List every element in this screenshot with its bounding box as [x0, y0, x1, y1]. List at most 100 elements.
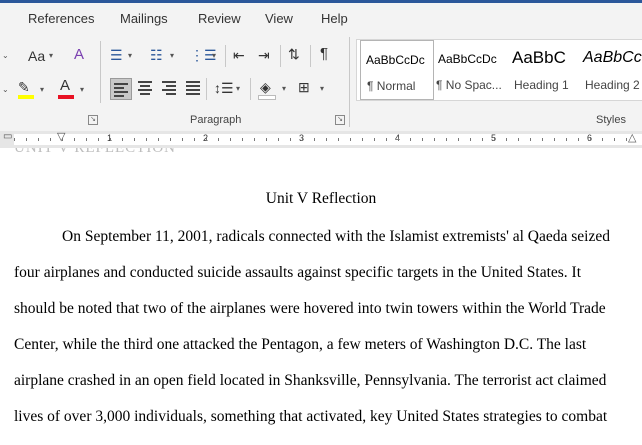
ruler-tick	[326, 138, 327, 141]
group-divider	[100, 41, 101, 103]
style-heading-1[interactable]: AaBbC Heading 1	[508, 40, 580, 98]
shading-color-swatch	[258, 95, 276, 100]
ruler-tick	[506, 138, 507, 141]
divider	[250, 78, 251, 100]
group-divider	[349, 37, 350, 127]
ruler-tick	[314, 138, 315, 141]
ruler-tick	[518, 138, 519, 141]
paragraph-line: airplane crashed in an open field locate…	[14, 372, 607, 389]
show-formatting-marks-icon[interactable]: ¶	[320, 46, 328, 62]
chevron-down-icon[interactable]: ▾	[40, 85, 44, 94]
tab-mailings[interactable]: Mailings	[120, 11, 168, 26]
style-normal[interactable]: AaBbCcDc ¶ Normal	[360, 40, 434, 100]
paragraph-group-label: Paragraph	[190, 114, 242, 126]
first-line-indent-icon[interactable]: ▽	[57, 130, 65, 143]
tab-view[interactable]: View	[265, 11, 293, 26]
ruler-tick	[410, 138, 411, 141]
ruler-tick	[482, 138, 483, 141]
style-no-spacing[interactable]: AaBbCcDc ¶ No Spac...	[434, 40, 506, 98]
ruler-tick	[14, 138, 15, 141]
sort-icon[interactable]: ⇅	[288, 46, 300, 62]
chevron-down-icon[interactable]: ▾	[236, 84, 240, 93]
divider	[225, 45, 226, 67]
ruler-tick	[26, 138, 27, 141]
ruler-tick	[422, 138, 423, 141]
chevron-down-icon[interactable]: ▾	[170, 51, 174, 60]
tab-help[interactable]: Help	[321, 11, 348, 26]
page-header-text: UNIT V REFLECTION	[14, 148, 177, 156]
right-indent-icon[interactable]: △	[628, 131, 636, 144]
chevron-down-icon[interactable]: ⌄	[2, 85, 9, 94]
ruler-tick	[386, 138, 387, 141]
align-left-button[interactable]	[110, 78, 132, 100]
line-spacing-icon[interactable]: ↕☰	[214, 80, 234, 96]
change-case-button[interactable]: Aa	[28, 48, 45, 64]
increase-indent-icon[interactable]: ⇥	[258, 47, 270, 63]
clear-formatting-icon[interactable]: A	[74, 47, 84, 63]
ruler-tick	[266, 138, 267, 141]
chevron-down-icon[interactable]: ▾	[212, 51, 216, 60]
ruler-tick	[110, 138, 111, 141]
ruler-tick	[290, 138, 291, 141]
chevron-down-icon[interactable]: ▾	[128, 51, 132, 60]
ruler-tick	[434, 138, 435, 141]
chevron-down-icon[interactable]: ▾	[320, 84, 324, 93]
paragraph-line: Center, while the third one attacked the…	[14, 336, 587, 353]
align-right-button[interactable]	[160, 80, 178, 95]
divider	[206, 78, 207, 100]
ruler-tick	[338, 138, 339, 141]
document-page[interactable]: UNIT V REFLECTION Unit V Reflection On S…	[0, 148, 642, 445]
ruler-tick	[194, 138, 195, 141]
font-color-icon[interactable]: A	[60, 78, 70, 94]
ruler-tick	[122, 138, 123, 141]
ruler-tick	[182, 138, 183, 141]
chevron-down-icon[interactable]: ▾	[49, 51, 53, 60]
ribbon-tab-bar: References Mailings Review View Help	[0, 3, 642, 33]
decrease-indent-icon[interactable]: ⇤	[233, 47, 245, 63]
ruler-tick	[86, 138, 87, 141]
ruler-tick	[494, 138, 495, 141]
font-color-swatch	[58, 95, 74, 99]
ruler-tick	[554, 138, 555, 141]
ruler-tick	[374, 138, 375, 141]
highlight-icon[interactable]: ✎	[18, 79, 30, 95]
paragraph-line: four airplanes and conducted suicide ass…	[14, 264, 582, 281]
ruler-tick	[590, 138, 591, 141]
tab-review[interactable]: Review	[198, 11, 241, 26]
ruler-tick	[578, 138, 579, 141]
justify-button[interactable]	[184, 80, 202, 95]
ruler-tick	[602, 138, 603, 141]
ruler-tick	[158, 138, 159, 141]
ruler-tick	[62, 138, 63, 141]
ruler-tick	[350, 138, 351, 141]
borders-icon[interactable]: ⊞	[298, 79, 310, 95]
ruler-tick	[302, 138, 303, 141]
styles-group-label: Styles	[596, 114, 626, 126]
numbering-icon[interactable]: ☷	[150, 47, 163, 63]
ruler-tick	[398, 138, 399, 141]
document-title: Unit V Reflection	[265, 190, 377, 207]
ruler-tick	[50, 138, 51, 141]
ruler-tick	[218, 138, 219, 141]
shading-icon[interactable]: ◈	[260, 79, 271, 95]
left-margin-marker-icon[interactable]: ▭	[3, 131, 12, 142]
bullets-icon[interactable]: ☰	[110, 47, 123, 63]
ruler-tick	[470, 138, 471, 141]
style-heading-2[interactable]: AaBbCc Heading 2	[579, 40, 642, 98]
ruler-tick	[278, 138, 279, 141]
font-dialog-launcher-icon[interactable]: ↘	[88, 115, 98, 125]
tab-references[interactable]: References	[28, 11, 94, 26]
align-center-button[interactable]	[136, 80, 154, 95]
ruler-tick	[254, 138, 255, 141]
ruler-tick	[134, 138, 135, 141]
divider	[280, 45, 281, 67]
chevron-down-icon[interactable]: ▾	[80, 85, 84, 94]
chevron-down-icon[interactable]: ▾	[282, 84, 286, 93]
ruler-tick	[230, 138, 231, 141]
horizontal-ruler[interactable]: ▭ ▽ △ 1 2 3 4 5 6	[0, 131, 642, 148]
paragraph-line: On September 11, 2001, radicals connecte…	[62, 228, 610, 245]
ruler-tick	[146, 138, 147, 141]
chevron-down-icon[interactable]: ⌄	[2, 51, 9, 60]
paragraph-dialog-launcher-icon[interactable]: ↘	[335, 115, 345, 125]
highlight-color-swatch	[18, 95, 34, 99]
